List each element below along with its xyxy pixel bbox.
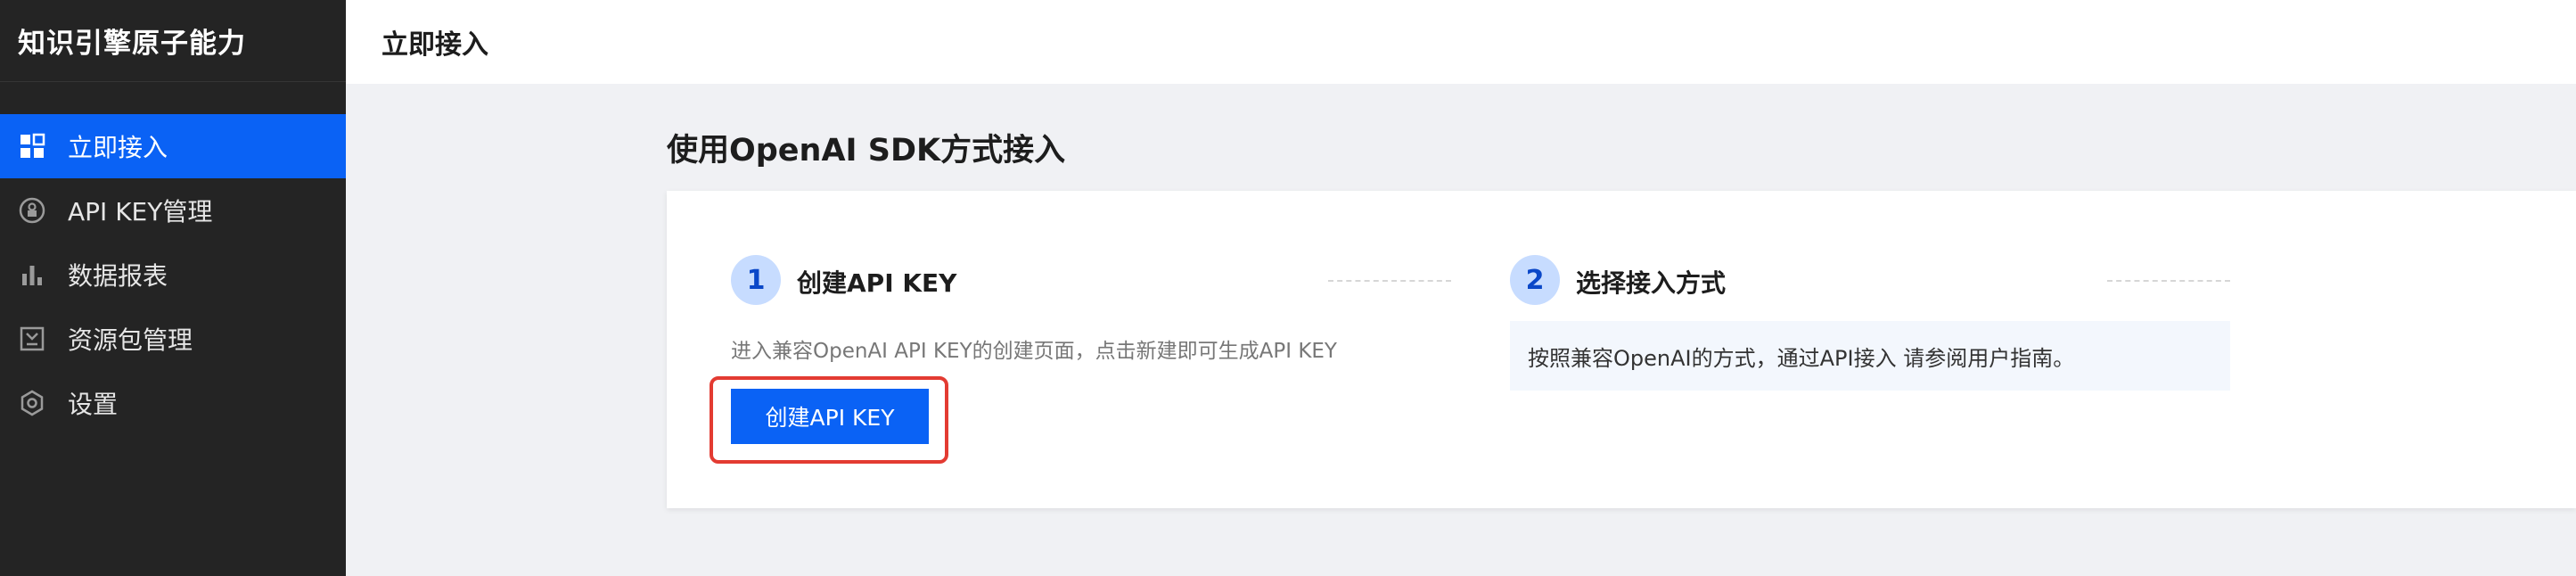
sidebar-item-api-key[interactable]: API KEY管理 xyxy=(0,178,346,243)
gear-icon xyxy=(18,389,46,417)
bar-chart-icon xyxy=(18,260,46,289)
sidebar-header: 知识引擎原子能力 xyxy=(0,0,346,82)
sidebar-item-label: 立即接入 xyxy=(68,133,168,162)
step-1-badge: 1 xyxy=(731,255,781,305)
step-2-badge: 2 xyxy=(1510,255,1560,305)
package-icon xyxy=(18,325,46,353)
grid-icon xyxy=(18,132,46,160)
create-api-key-button[interactable]: 创建API KEY xyxy=(731,389,929,444)
app-root: 知识引擎原子能力 立即接入 API KEY管理 数据报表 资源包管理 设置 立即… xyxy=(0,0,2576,576)
step-2-description: 按照兼容OpenAI的方式，通过API接入 请参阅用户指南。 xyxy=(1528,345,2075,371)
sidebar-item-label: 设置 xyxy=(68,390,119,419)
sidebar-item-packages[interactable]: 资源包管理 xyxy=(0,307,346,371)
step-2-info-box: 按照兼容OpenAI的方式，通过API接入 请参阅用户指南。 xyxy=(1510,321,2230,391)
sidebar-item-settings[interactable]: 设置 xyxy=(0,371,346,435)
sidebar-item-reports[interactable]: 数据报表 xyxy=(0,243,346,307)
sidebar-item-label: API KEY管理 xyxy=(68,197,213,226)
app-title: 知识引擎原子能力 xyxy=(18,28,246,60)
sidebar: 知识引擎原子能力 立即接入 API KEY管理 数据报表 资源包管理 设置 xyxy=(0,0,346,576)
sidebar-item-label: 数据报表 xyxy=(68,261,168,291)
page-title: 立即接入 xyxy=(381,29,488,61)
section-title: 使用OpenAI SDK方式接入 xyxy=(667,133,1066,169)
step-2-title: 选择接入方式 xyxy=(1576,268,1727,298)
steps-card: 1 创建API KEY 进入兼容OpenAI API KEY的创建页面，点击新建… xyxy=(667,191,2576,508)
step-1-divider xyxy=(1328,280,1451,282)
sidebar-item-quick-access[interactable]: 立即接入 xyxy=(0,114,346,178)
top-header: 立即接入 xyxy=(346,0,2576,84)
key-lock-icon xyxy=(18,196,46,225)
step-2-divider xyxy=(2107,280,2230,282)
step-1-description: 进入兼容OpenAI API KEY的创建页面，点击新建即可生成API KEY xyxy=(731,340,1337,363)
step-1-title: 创建API KEY xyxy=(797,268,957,298)
sidebar-nav: 立即接入 API KEY管理 数据报表 资源包管理 设置 xyxy=(0,82,346,435)
sidebar-item-label: 资源包管理 xyxy=(68,325,193,355)
